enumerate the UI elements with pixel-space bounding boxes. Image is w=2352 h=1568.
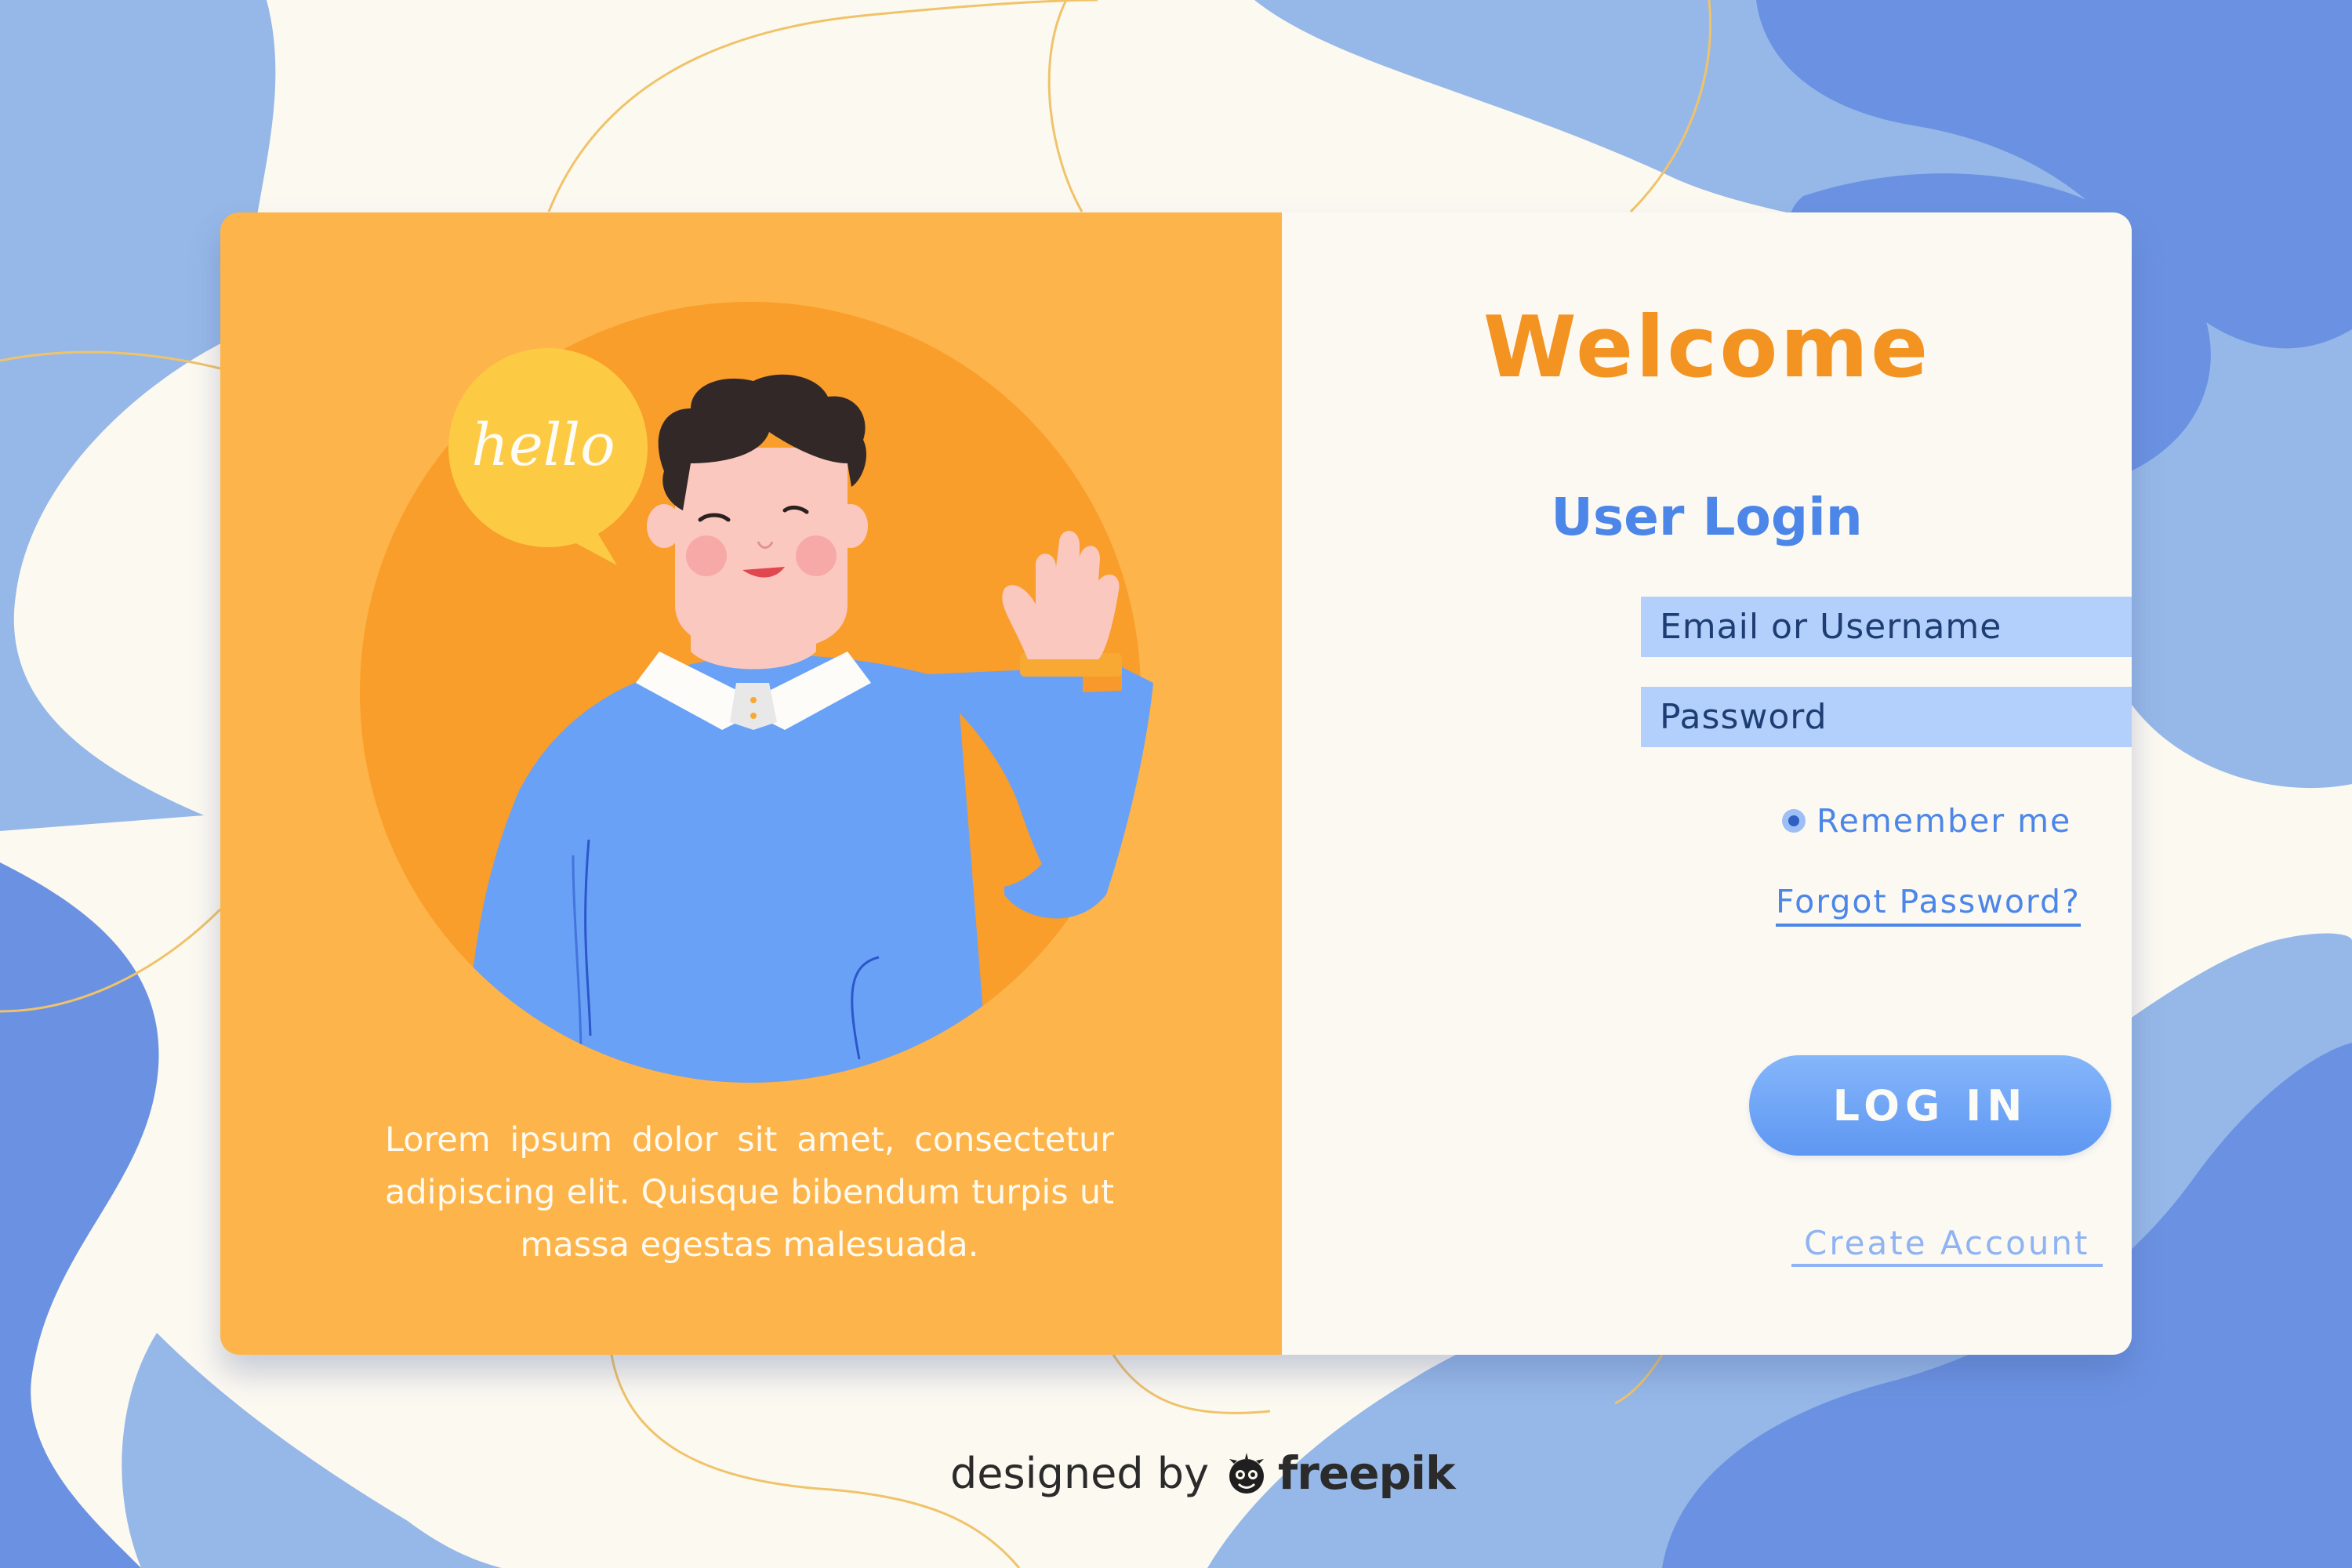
speech-bubble-text: hello <box>471 412 615 479</box>
forgot-password-link[interactable]: Forgot Password? <box>1776 883 2081 927</box>
create-account-link[interactable]: Create Account <box>1791 1224 2103 1267</box>
login-form-panel: Welcome User Login Remember me Forgot Pa… <box>1282 212 2132 1355</box>
welcome-title: Welcome <box>1483 299 1931 397</box>
designed-by-label: designed by <box>950 1448 1210 1498</box>
login-card: hello Lorem ipsum dolor sit amet, consec… <box>220 212 2132 1355</box>
illustration-panel: hello Lorem ipsum dolor sit amet, consec… <box>220 212 1282 1355</box>
login-button[interactable]: LOG IN <box>1749 1055 2111 1156</box>
login-page: hello Lorem ipsum dolor sit amet, consec… <box>0 0 2352 1568</box>
password-input[interactable] <box>1658 696 2132 738</box>
illustration-description: Lorem ipsum dolor sit amet, consectetur … <box>385 1120 1114 1265</box>
freepik-logo-icon <box>1229 1453 1265 1494</box>
email-input[interactable] <box>1658 606 2132 648</box>
password-field[interactable] <box>1641 687 2132 747</box>
attribution-footer: designed by freepik <box>950 1446 1456 1500</box>
remember-me-option[interactable]: Remember me <box>1782 802 2071 840</box>
login-subtitle: User Login <box>1551 487 1863 547</box>
remember-me-label: Remember me <box>1817 802 2072 840</box>
freepik-brand[interactable]: freepik <box>1278 1446 1455 1500</box>
remember-me-radio[interactable] <box>1782 809 1806 833</box>
email-field[interactable] <box>1641 597 2132 657</box>
